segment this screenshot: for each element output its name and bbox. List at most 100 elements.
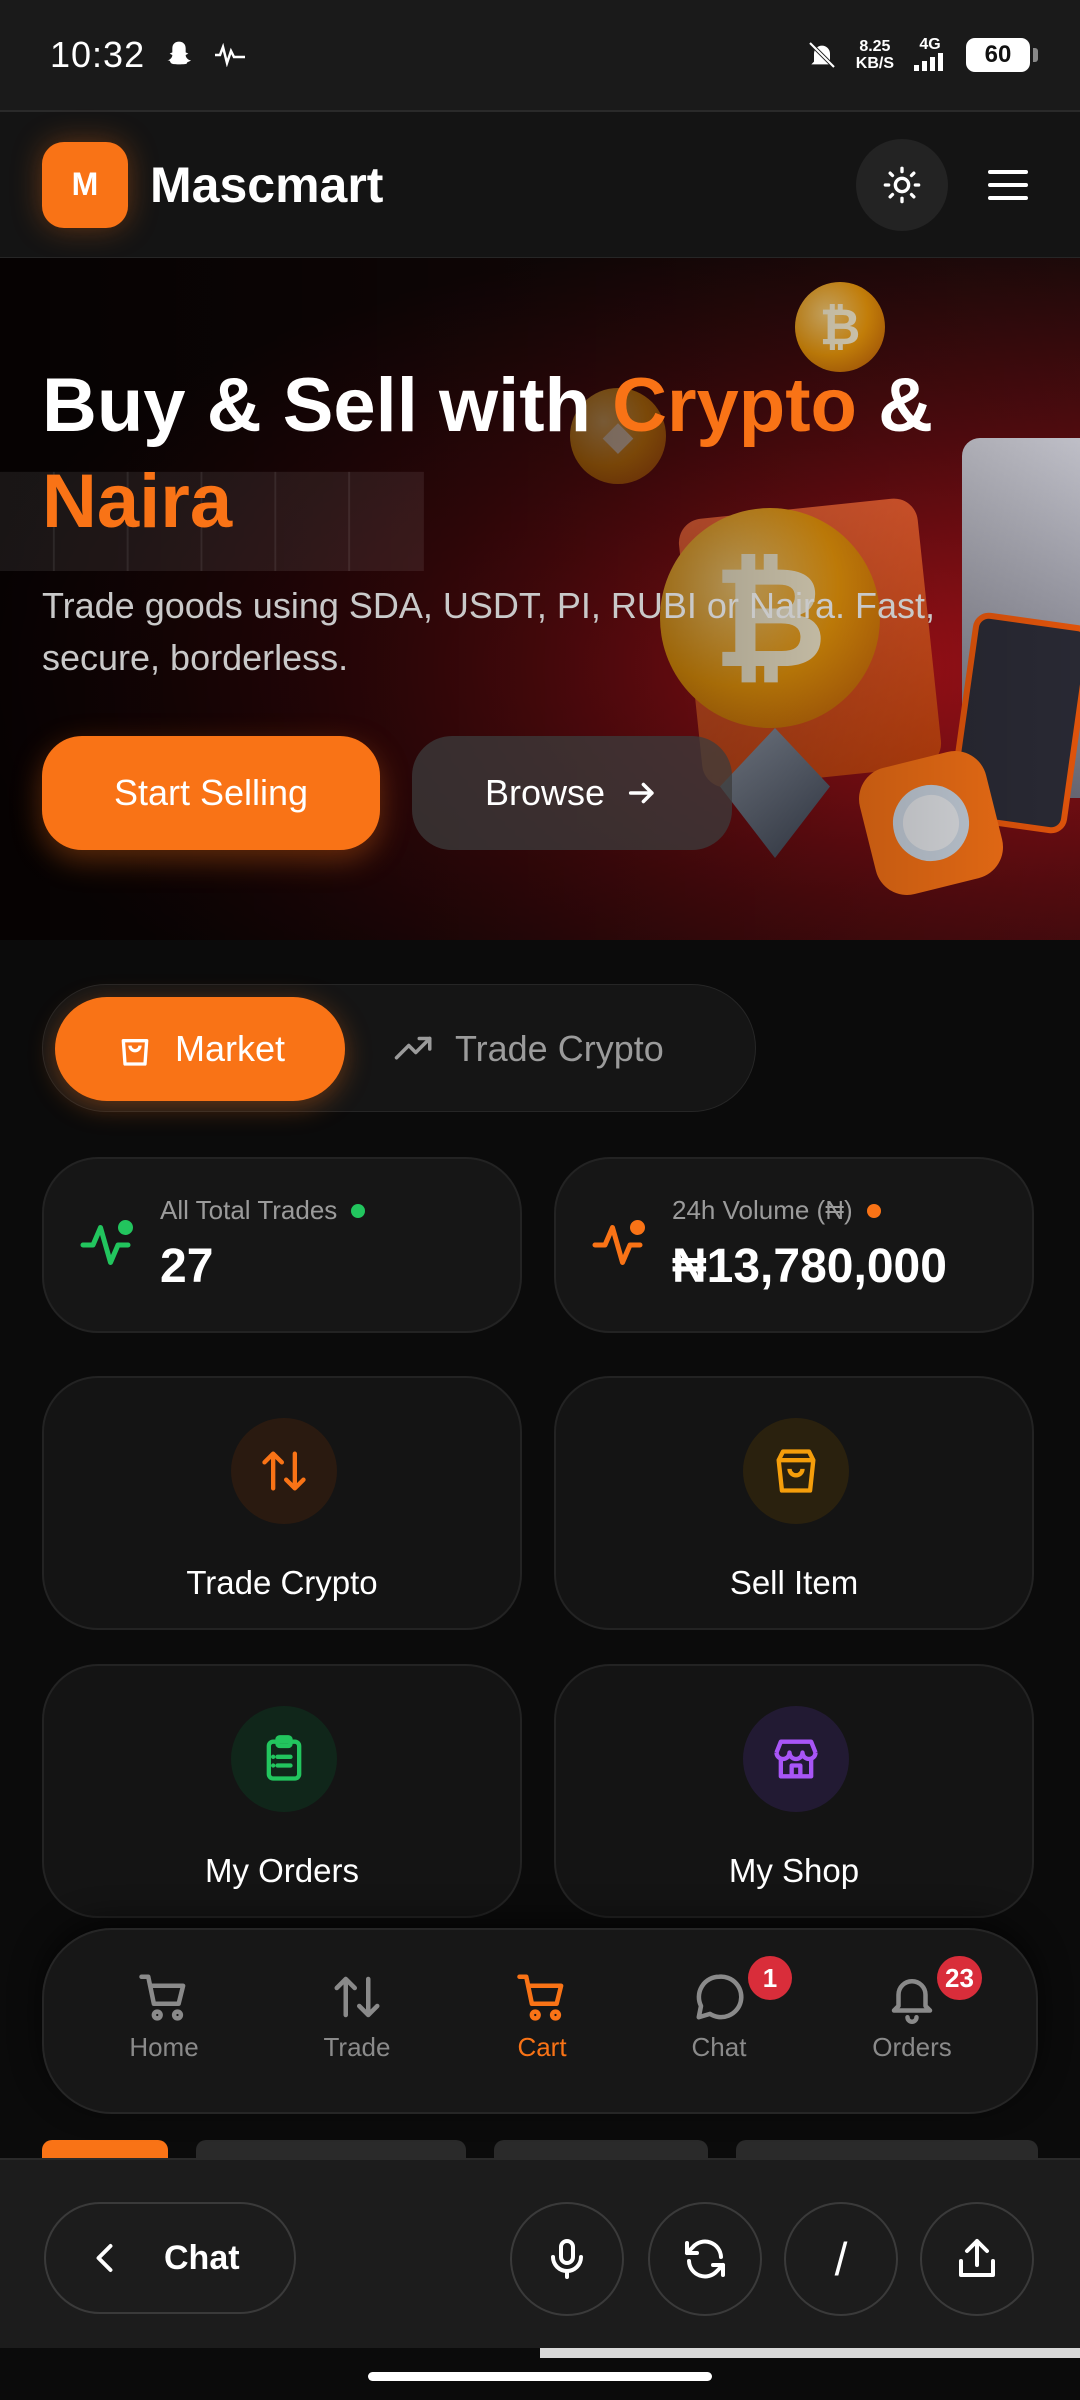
- action-icon-bg: [231, 1706, 337, 1812]
- scroll-peek-chip: [494, 2140, 708, 2160]
- stat-card-total-trades: All Total Trades 27: [42, 1157, 522, 1333]
- action-label: My Shop: [728, 1852, 860, 1889]
- bottom-nav: Home Trade Cart Chat 1 Orders 23: [42, 1928, 1038, 2114]
- browse-button[interactable]: Browse: [412, 736, 732, 850]
- swap-arrows-icon: [262, 1451, 306, 1491]
- tab-market-label: Market: [174, 1028, 286, 1069]
- sun-icon: [883, 166, 921, 203]
- status-dot: [866, 1203, 881, 1218]
- voice-button[interactable]: [510, 2202, 624, 2316]
- status-time: 10:32: [50, 34, 146, 75]
- back-to-chat-label: Chat: [164, 2238, 240, 2277]
- action-trade-crypto[interactable]: Trade Crypto: [42, 1376, 522, 1630]
- action-icon-bg: [743, 1706, 849, 1812]
- scroll-peek-chip: [736, 2140, 1038, 2160]
- cart-icon: [139, 1974, 186, 2021]
- activity-icon: [592, 1220, 645, 1265]
- nav-label: Trade: [323, 2032, 391, 2062]
- action-icon-bg: [743, 1418, 849, 1524]
- action-sell-item[interactable]: Sell Item: [554, 1376, 1034, 1630]
- mute-bell-icon: [808, 41, 836, 69]
- stat-label: All Total Trades: [160, 1195, 366, 1226]
- nav-cart[interactable]: Cart: [467, 1970, 617, 2063]
- market-tabs: Market Trade Crypto: [42, 984, 756, 1112]
- share-icon: [959, 2239, 995, 2277]
- nav-trade[interactable]: Trade: [282, 1970, 432, 2063]
- snapchat-icon: [167, 41, 192, 65]
- net-speed-value: 8.25: [859, 38, 891, 55]
- hero-subtitle: Trade goods using SDA, USDT, PI, RUBI or…: [42, 585, 935, 678]
- shopping-bag-icon: [776, 1449, 816, 1493]
- hero-title: Buy & Sell with Crypto & Naira: [42, 358, 1052, 550]
- arrow-right-icon: [628, 782, 654, 804]
- shopping-bag-icon: [121, 1039, 149, 1066]
- nav-label: Cart: [517, 2032, 567, 2062]
- status-right: 8.25 KB/S 4G 60: [806, 36, 1038, 75]
- action-my-orders[interactable]: My Orders: [42, 1664, 522, 1918]
- clipboard-list-icon: [266, 1735, 302, 1781]
- logo-badge[interactable]: M: [42, 141, 128, 228]
- status-dot: [351, 1203, 366, 1218]
- scroll-peek-chip: [42, 2140, 168, 2160]
- nav-label: Orders: [872, 2032, 952, 2062]
- status-bar: 10:32 8.25 KB/S 4G 60: [0, 0, 1080, 110]
- slash-command-button[interactable]: /: [784, 2202, 898, 2316]
- hamburger-icon: [988, 169, 1028, 200]
- chevron-left-icon: [96, 2244, 113, 2272]
- action-label: My Orders: [204, 1852, 359, 1889]
- cart-icon: [517, 1974, 564, 2021]
- signal-group: 4G: [912, 36, 948, 75]
- hero-title-accent-naira: Naira: [42, 459, 233, 544]
- hero-title-text: Buy & Sell with: [42, 363, 613, 448]
- chat-badge: 1: [748, 1956, 792, 2000]
- audio-wave-icon: [215, 43, 246, 67]
- action-label: Sell Item: [729, 1564, 859, 1601]
- trending-up-icon: [394, 1036, 432, 1060]
- menu-button[interactable]: [978, 155, 1038, 215]
- hero-title-amp: &: [856, 363, 933, 448]
- browser-toolbar: Chat /: [0, 2158, 1080, 2348]
- tab-trade-crypto[interactable]: Trade Crypto: [393, 997, 733, 1101]
- stat-label: 24h Volume (₦): [672, 1195, 881, 1226]
- battery-indicator: 60: [966, 38, 1038, 72]
- network-type: 4G: [919, 35, 941, 53]
- action-icon-bg: [231, 1418, 337, 1524]
- activity-icon: [80, 1220, 133, 1265]
- swap-arrows-icon: [334, 1976, 380, 2018]
- scroll-peek-chip: [196, 2140, 466, 2160]
- microphone-icon: [551, 2239, 583, 2279]
- page-progress-bar: [540, 2348, 1080, 2358]
- browse-label: Browse: [484, 772, 606, 813]
- nav-label: Home: [129, 2032, 199, 2062]
- refresh-button[interactable]: [648, 2202, 762, 2316]
- back-to-chat-button[interactable]: Chat: [44, 2202, 296, 2314]
- theme-toggle-button[interactable]: [856, 138, 948, 231]
- net-speed-unit: KB/S: [855, 55, 894, 72]
- hero-banner: ₿ ◆ ₿ ▇▇▇▇▇▇ Buy & Sell with Crypto & Na…: [0, 258, 1080, 940]
- net-speed: 8.25 KB/S: [856, 38, 894, 72]
- tab-trade-crypto-label: Trade Crypto: [455, 1028, 664, 1069]
- bell-icon: [891, 1979, 933, 2024]
- chat-bubble-icon: [696, 1974, 744, 2020]
- nav-chat[interactable]: Chat 1: [644, 1956, 794, 2063]
- stat-value: 27: [160, 1240, 214, 1293]
- action-label: Trade Crypto: [186, 1564, 378, 1601]
- brand-name[interactable]: Mascmart: [150, 156, 383, 214]
- start-selling-button[interactable]: Start Selling: [42, 736, 380, 850]
- stat-label-text: 24h Volume (₦): [672, 1195, 853, 1225]
- share-button[interactable]: [920, 2202, 1034, 2316]
- stat-value: ₦13,780,000: [672, 1240, 947, 1293]
- signal-icon: [914, 52, 943, 71]
- refresh-icon: [685, 2239, 725, 2279]
- nav-label: Chat: [691, 2032, 747, 2062]
- tab-market[interactable]: Market: [55, 997, 345, 1101]
- app-header: M Mascmart: [0, 110, 1080, 258]
- nav-orders[interactable]: Orders 23: [837, 1956, 987, 2063]
- stat-label-text: All Total Trades: [160, 1195, 338, 1225]
- hero-title-accent-crypto: Crypto: [612, 363, 857, 448]
- stat-card-volume: 24h Volume (₦) ₦13,780,000: [554, 1157, 1034, 1333]
- gesture-handle[interactable]: [368, 2372, 712, 2381]
- action-my-shop[interactable]: My Shop: [554, 1664, 1034, 1918]
- nav-home[interactable]: Home: [89, 1970, 239, 2063]
- status-left: 10:32: [50, 34, 247, 76]
